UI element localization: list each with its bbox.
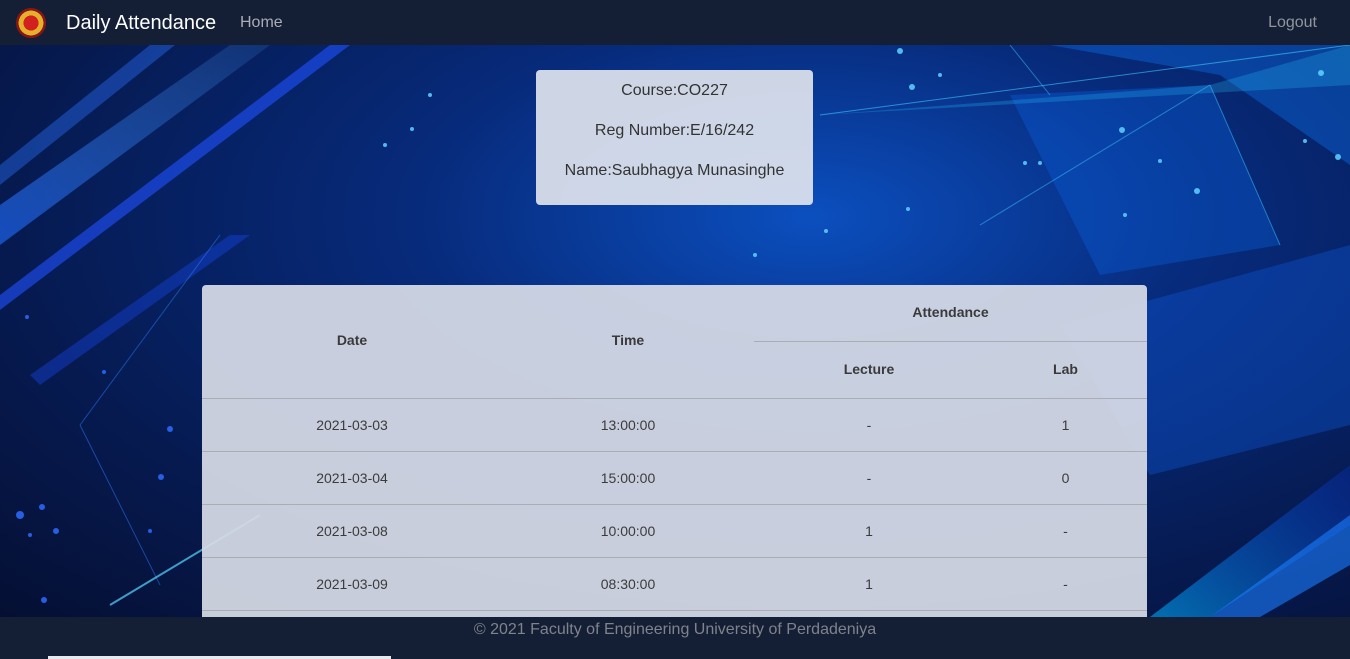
cell-time: 15:00:00 [600,470,656,486]
cell-lecture: 1 [865,523,873,539]
table-row: 2021-03-09 08:30:00 1 - [202,558,1147,611]
student-name-label: Name:Saubhagya Munasinghe [564,162,785,179]
nav-home-link[interactable]: Home [240,13,283,33]
header-date: Date [336,332,368,348]
university-logo-icon[interactable] [16,8,46,38]
header-lab: Lab [1053,361,1078,377]
cell-lab: 0 [1061,470,1070,486]
cell-lecture: - [866,470,872,486]
cell-lab: - [1063,576,1068,592]
table-row: 2021-03-03 13:00:00 - 1 [202,399,1147,452]
cell-lab: 1 [1061,417,1070,433]
row-divider [202,610,1147,611]
student-info-card: Course:CO227 Reg Number:E/16/242 Name:Sa… [536,70,813,205]
cell-lecture: - [866,417,872,433]
cell-time: 13:00:00 [600,417,656,433]
cell-time: 08:30:00 [600,576,656,592]
cell-date: 2021-03-08 [316,523,388,539]
cell-time: 10:00:00 [600,523,656,539]
cell-date: 2021-03-04 [316,470,388,486]
table-row: 2021-03-08 10:00:00 1 - [202,505,1147,558]
navbar: Daily Attendance Home Logout [0,0,1350,45]
header-lecture: Lecture [843,361,895,377]
cell-date: 2021-03-09 [316,576,388,592]
header-time: Time [611,332,645,348]
cell-lecture: 1 [865,576,873,592]
footer: © 2021 Faculty of Engineering University… [0,617,1350,659]
table-row: 2021-03-04 15:00:00 - 0 [202,452,1147,505]
logout-link[interactable]: Logout [1268,13,1317,33]
header-divider [754,341,1147,342]
cell-lab: - [1063,523,1068,539]
brand-title[interactable]: Daily Attendance [66,11,216,35]
attendance-table: Date Time Attendance Lecture Lab 2021-03… [202,285,1147,617]
reg-number-label: Reg Number:E/16/242 [594,122,755,139]
course-label: Course:CO227 [621,82,728,99]
footer-copyright: © 2021 Faculty of Engineering University… [473,621,877,638]
cell-date: 2021-03-03 [316,417,388,433]
header-attendance: Attendance [912,304,989,320]
